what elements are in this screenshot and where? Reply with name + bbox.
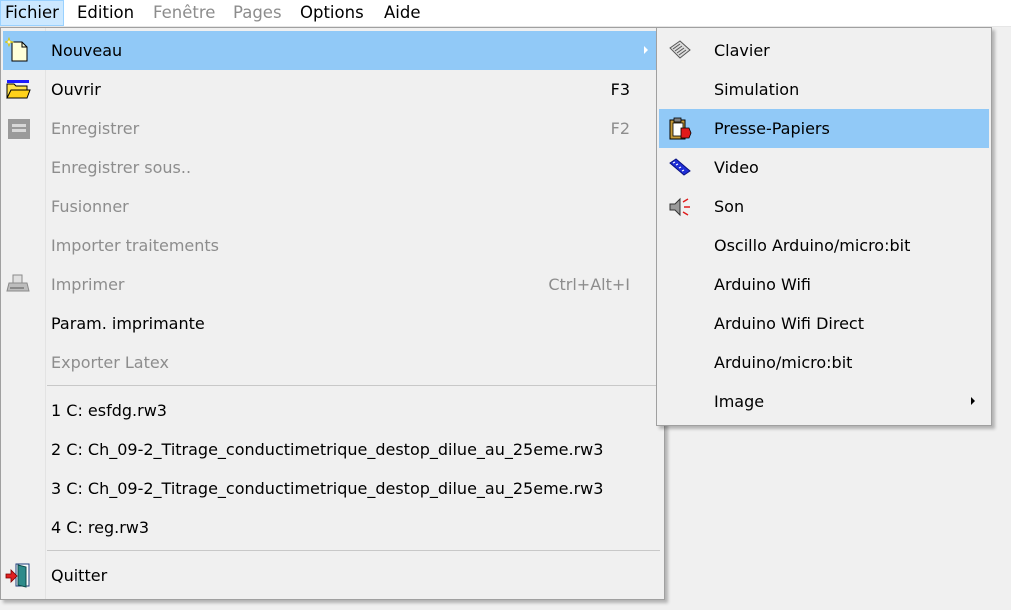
menu-item-quitter[interactable]: Quitter: [3, 556, 662, 595]
menu-item-shortcut: F3: [610, 80, 630, 99]
menu-pages[interactable]: Pages: [229, 0, 286, 26]
submenu-item-presse-papiers[interactable]: Presse-Papiers: [659, 109, 989, 148]
menu-item-label: Quitter: [51, 566, 108, 585]
menu-item-label: Image: [714, 392, 765, 411]
submenu-arrow-icon: [971, 397, 975, 405]
menu-item-label: Presse-Papiers: [714, 119, 830, 138]
submenu-item-image[interactable]: Image: [659, 382, 989, 421]
menu-item-label: Oscillo Arduino/micro:bit: [714, 236, 911, 255]
menu-item-label: Simulation: [714, 80, 800, 99]
submenu-item-clavier[interactable]: Clavier: [659, 31, 989, 70]
film-icon: [669, 158, 691, 176]
menu-item-enregistrer[interactable]: Enregistrer F2: [3, 109, 662, 148]
menu-item-label: Clavier: [714, 41, 770, 60]
menu-item-recent-3[interactable]: 3 C: Ch_09-2_Titrage_conductimetrique_de…: [3, 469, 662, 508]
menu-item-param-imprimante[interactable]: Param. imprimante: [3, 304, 662, 343]
menu-item-label: Fusionner: [51, 197, 129, 216]
menu-item-label: 3 C: Ch_09-2_Titrage_conductimetrique_de…: [51, 479, 604, 498]
menu-item-recent-2[interactable]: 2 C: Ch_09-2_Titrage_conductimetrique_de…: [3, 430, 662, 469]
menu-item-recent-4[interactable]: 4 C: reg.rw3: [3, 508, 662, 547]
menu-item-fusionner[interactable]: Fusionner: [3, 187, 662, 226]
submenu-item-son[interactable]: Son: [659, 187, 989, 226]
menu-item-shortcut: F2: [610, 119, 630, 138]
open-folder-icon: [6, 80, 31, 99]
submenu-item-arduino-wifi[interactable]: Arduino Wifi: [659, 265, 989, 304]
submenu-item-oscillo-arduino[interactable]: Oscillo Arduino/micro:bit: [659, 226, 989, 265]
menu-item-imprimer[interactable]: Imprimer Ctrl+Alt+I: [3, 265, 662, 304]
submenu-item-arduino-wifi-direct[interactable]: Arduino Wifi Direct: [659, 304, 989, 343]
menu-fichier[interactable]: Fichier: [0, 0, 64, 26]
menu-item-label: Enregistrer sous..: [51, 158, 192, 177]
menu-item-label: Nouveau: [51, 41, 123, 60]
menu-item-enregistrer-sous[interactable]: Enregistrer sous..: [3, 148, 662, 187]
menu-item-label: Arduino/micro:bit: [714, 353, 853, 372]
speaker-icon: [669, 197, 690, 217]
submenu-item-simulation[interactable]: Simulation: [659, 70, 989, 109]
nouveau-submenu: Clavier Simulation Presse-Papiers Video …: [656, 27, 992, 426]
menu-item-label: 1 C: esfdg.rw3: [51, 401, 167, 420]
menu-separator: [47, 550, 660, 551]
menu-item-nouveau[interactable]: Nouveau: [3, 31, 662, 70]
menu-item-label: 4 C: reg.rw3: [51, 518, 150, 537]
menu-edition[interactable]: Edition: [73, 0, 138, 26]
menu-separator: [47, 385, 660, 386]
menu-item-ouvrir[interactable]: Ouvrir F3: [3, 70, 662, 109]
file-menu: Nouveau Ouvrir F3 Enregistrer F2 Enregis…: [0, 27, 665, 600]
menu-item-label: Arduino Wifi: [714, 275, 811, 294]
menu-item-label: 2 C: Ch_09-2_Titrage_conductimetrique_de…: [51, 440, 604, 459]
menu-options[interactable]: Options: [296, 0, 368, 26]
menu-fenetre[interactable]: Fenêtre: [149, 0, 219, 26]
menu-item-importer-traitements[interactable]: Importer traitements: [3, 226, 662, 265]
submenu-item-video[interactable]: Video: [659, 148, 989, 187]
menubar: Fichier Edition Fenêtre Pages Options Ai…: [0, 0, 1011, 27]
menu-item-recent-1[interactable]: 1 C: esfdg.rw3: [3, 391, 662, 430]
save-disk-icon: [8, 119, 30, 139]
menu-item-label: Param. imprimante: [51, 314, 205, 333]
menu-item-exporter-latex[interactable]: Exporter Latex: [3, 343, 662, 382]
new-file-icon: [5, 37, 28, 62]
submenu-arrow-icon: [644, 46, 648, 54]
menu-item-label: Enregistrer: [51, 119, 140, 138]
menu-item-label: Son: [714, 197, 745, 216]
menu-item-label: Arduino Wifi Direct: [714, 314, 864, 333]
keyboard-icon: [669, 40, 691, 59]
clipboard-icon: [669, 117, 692, 140]
menu-aide[interactable]: Aide: [380, 0, 425, 26]
menu-item-shortcut: Ctrl+Alt+I: [548, 275, 630, 294]
menu-item-label: Video: [714, 158, 759, 177]
menu-item-label: Ouvrir: [51, 80, 101, 99]
menu-item-label: Imprimer: [51, 275, 125, 294]
exit-door-icon: [5, 563, 30, 588]
menu-item-label: Importer traitements: [51, 236, 220, 255]
menu-item-label: Exporter Latex: [51, 353, 169, 372]
submenu-item-arduino-microbit[interactable]: Arduino/micro:bit: [659, 343, 989, 382]
printer-icon: [6, 274, 30, 292]
